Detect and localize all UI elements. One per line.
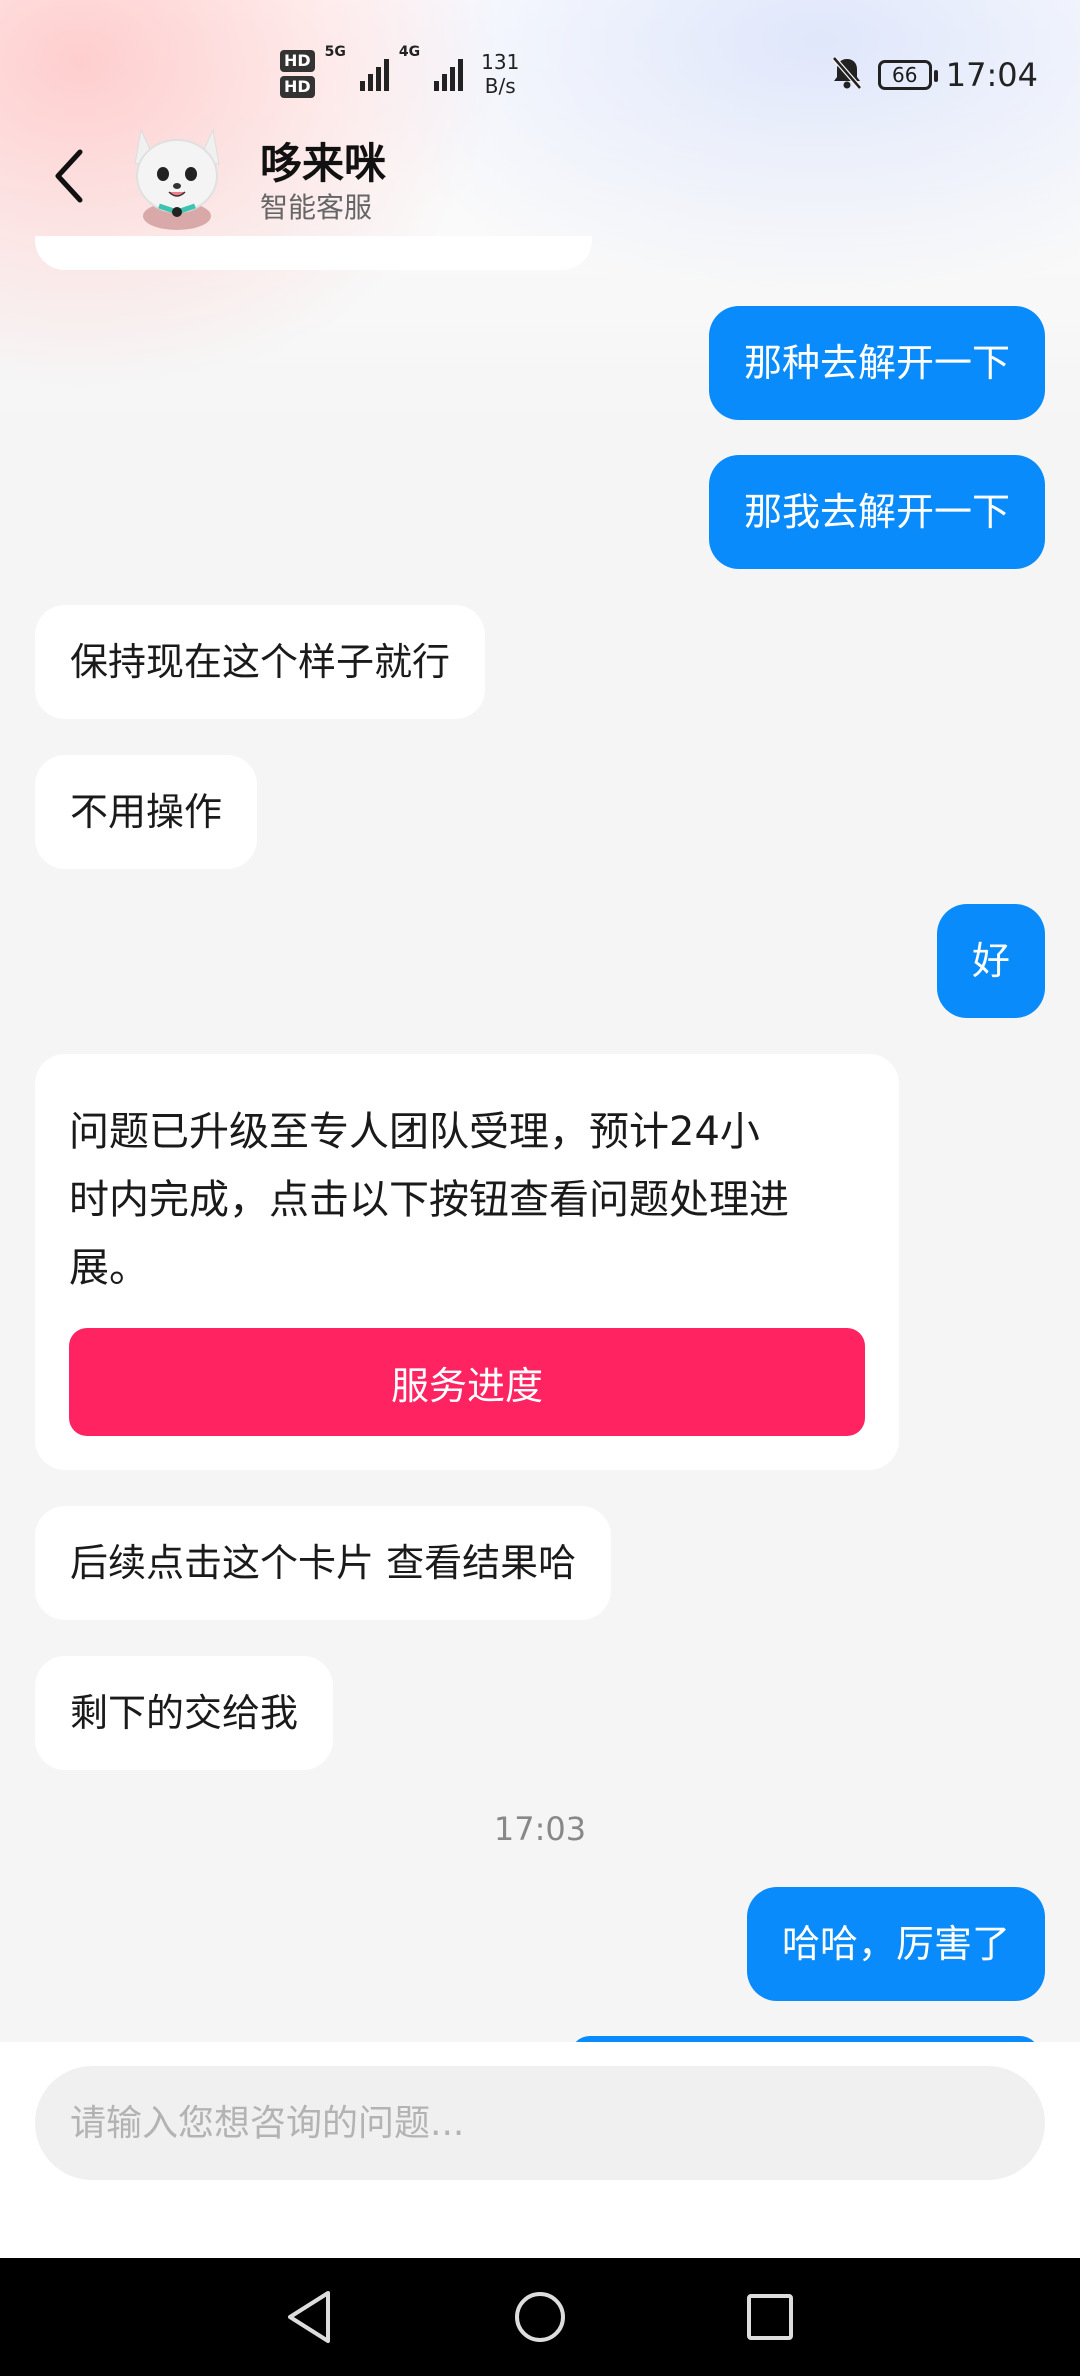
chat-title: 哆来咪 [260, 139, 387, 188]
avatar[interactable] [125, 120, 230, 230]
message-outgoing[interactable]: 哈哈，厉害了 [746, 1887, 1045, 2001]
message-timestamp: 17:03 [493, 1810, 587, 1848]
message-outgoing[interactable]: 那我去解开一下 [708, 455, 1045, 569]
service-progress-button[interactable]: 服务进度 [69, 1328, 865, 1436]
nav-home-icon[interactable] [507, 2284, 573, 2350]
message-outgoing[interactable]: 那种去解开一下 [708, 306, 1045, 420]
service-progress-card[interactable]: 问题已升级至专人团队受理，预计24小 时内完成，点击以下按钮查看问题处理进 展。… [35, 1054, 899, 1470]
network-indicators: HD HD 5G 4G 131 B/s [280, 44, 519, 104]
message-input[interactable] [35, 2066, 1045, 2180]
network-speed: 131 B/s [481, 50, 519, 98]
message-bubble-partial [35, 236, 592, 270]
sim2-generation: 4G [398, 44, 421, 60]
battery-icon: 66 [877, 60, 938, 90]
hd-badge-2: HD [280, 76, 315, 98]
message-incoming[interactable]: 不用操作 [35, 755, 258, 869]
signal-1-icon [359, 57, 389, 91]
message-incoming[interactable]: 后续点击这个卡片 查看结果哈 [35, 1506, 612, 1620]
sim1-generation: 5G [324, 44, 346, 60]
hd-badge-1: HD [280, 50, 315, 72]
card-text-line: 问题已升级至专人团队受理，预计24小 [69, 1109, 760, 1155]
input-bar [0, 2042, 1080, 2258]
message-outgoing[interactable]: 好 [936, 904, 1045, 1018]
network-speed-value: 131 [481, 50, 520, 74]
nav-back-icon[interactable] [276, 2284, 342, 2350]
system-nav-bar [0, 2258, 1080, 2376]
card-text-line: 展。 [69, 1245, 149, 1291]
signal-2-icon [434, 57, 464, 91]
card-text-line: 时内完成，点击以下按钮查看问题处理进 [69, 1177, 789, 1223]
status-right: 66 17:04 [830, 50, 1038, 100]
nav-recents-icon[interactable] [737, 2284, 803, 2350]
card-text: 问题已升级至专人团队受理，预计24小 时内完成，点击以下按钮查看问题处理进 展。 [69, 1098, 865, 1302]
chat-subtitle: 智能客服 [260, 191, 373, 224]
chevron-left-icon[interactable] [40, 146, 100, 206]
mute-icon [830, 55, 864, 95]
chat-messages[interactable]: 那种去解开一下 那我去解开一下 保持现在这个样子就行 不用操作 好 问题已升级至… [0, 236, 1080, 2042]
chat-header: 哆来咪 智能客服 [0, 120, 1080, 240]
message-incoming[interactable]: 剩下的交给我 [35, 1656, 334, 1770]
status-time: 17:04 [945, 56, 1038, 94]
message-incoming[interactable]: 保持现在这个样子就行 [35, 605, 486, 719]
hd-badges: HD HD [280, 50, 315, 98]
network-speed-unit: B/s [484, 74, 516, 98]
